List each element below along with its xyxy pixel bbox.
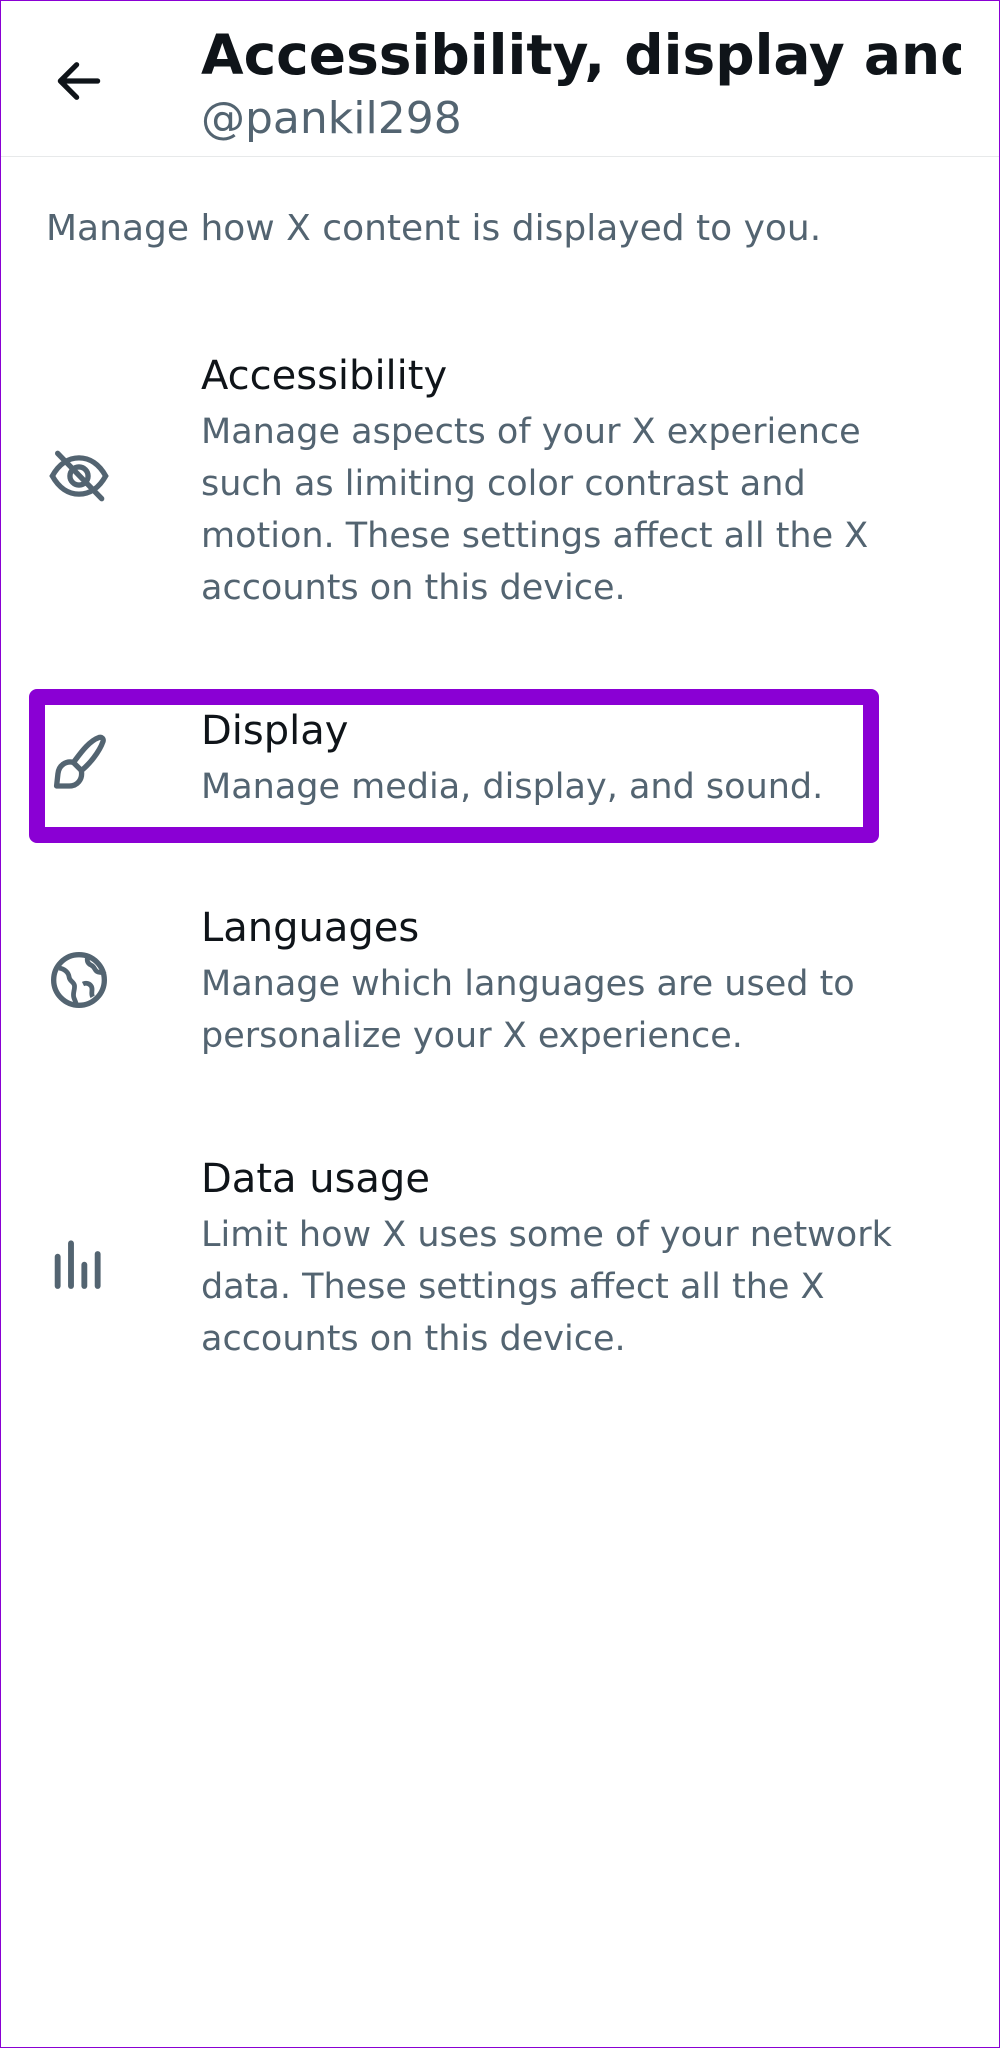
settings-item-accessibility[interactable]: Accessibility Manage aspects of your X e…	[1, 331, 999, 631]
globe-icon	[46, 947, 112, 1013]
eye-off-icon	[46, 443, 112, 509]
display-description: Manage media, display, and sound.	[201, 767, 824, 807]
page-title: Accessibility, display and l...	[201, 23, 961, 87]
top-bar: Accessibility, display and l... @pankil2…	[1, 1, 999, 157]
settings-item-display[interactable]: Display Manage media, display, and sound…	[1, 691, 999, 841]
screen: Accessibility, display and l... @pankil2…	[0, 0, 1000, 2048]
display-title: Display	[201, 708, 349, 754]
accessibility-description: Manage aspects of your X experience such…	[201, 412, 869, 608]
bar-chart-icon	[46, 1229, 112, 1295]
data-usage-description: Limit how X uses some of your network da…	[201, 1215, 892, 1359]
settings-item-data-usage[interactable]: Data usage Limit how X uses some of your…	[1, 1141, 999, 1381]
settings-item-languages[interactable]: Languages Manage which languages are use…	[1, 891, 999, 1081]
account-handle: @pankil298	[201, 93, 462, 144]
brush-icon	[46, 729, 112, 795]
back-button[interactable]	[41, 43, 117, 119]
data-usage-title: Data usage	[201, 1156, 430, 1202]
languages-title: Languages	[201, 905, 420, 951]
arrow-left-icon	[57, 62, 101, 100]
languages-description: Manage which languages are used to perso…	[201, 964, 855, 1056]
intro-text: Manage how X content is displayed to you…	[46, 208, 822, 249]
accessibility-title: Accessibility	[201, 353, 448, 399]
